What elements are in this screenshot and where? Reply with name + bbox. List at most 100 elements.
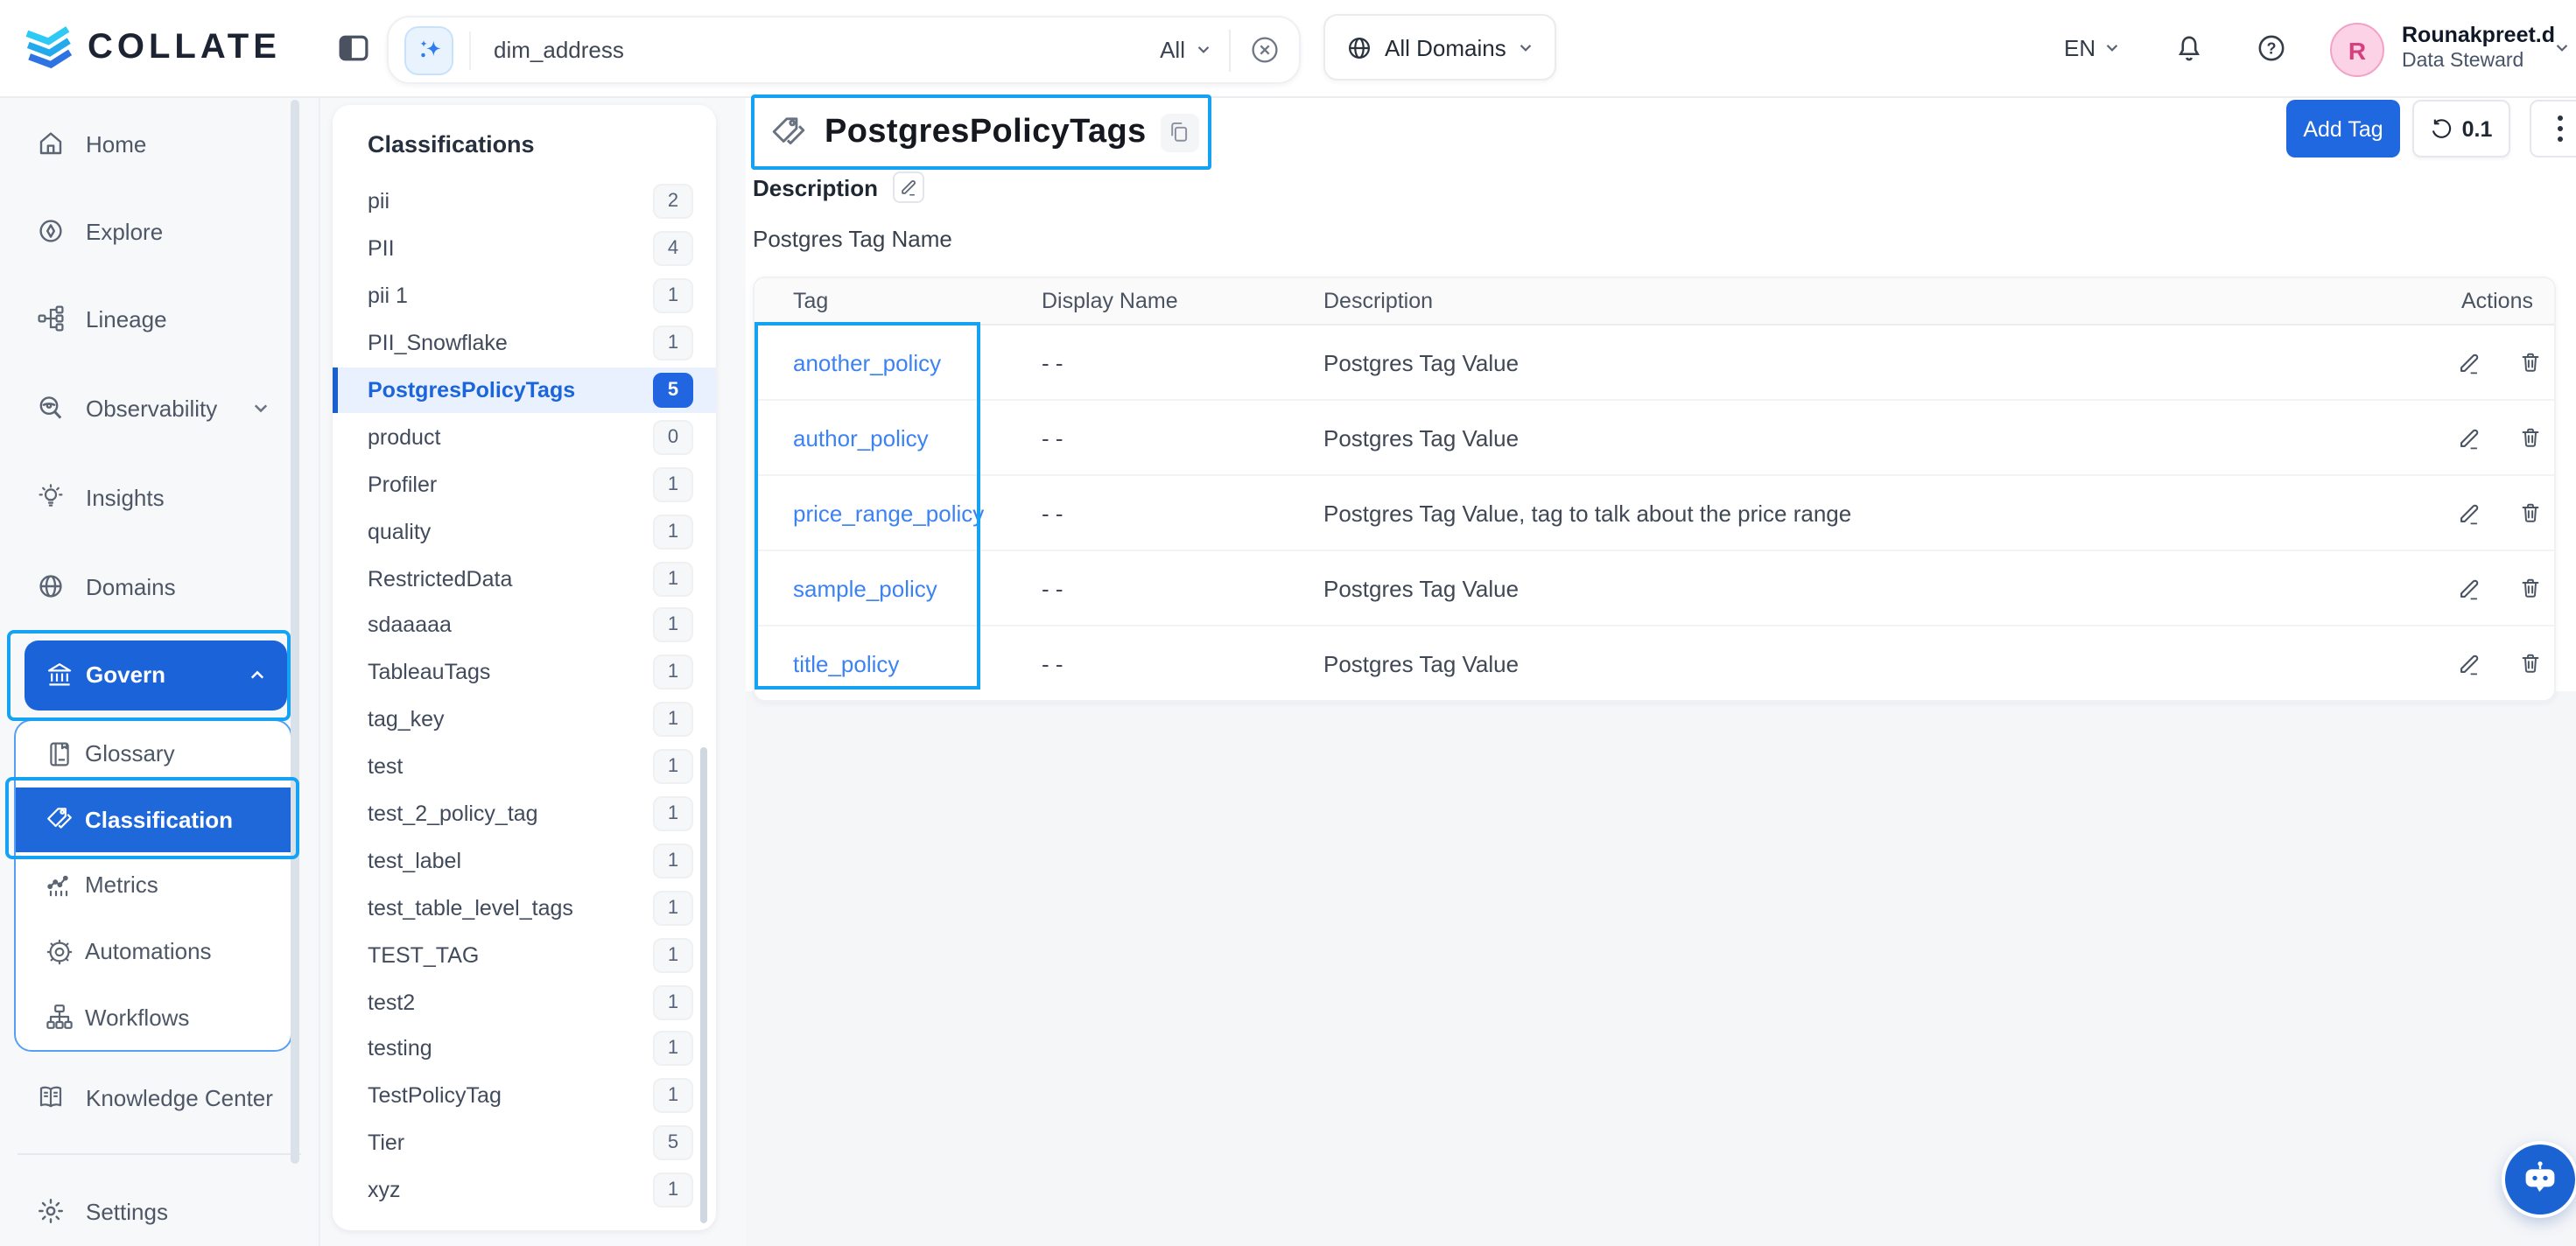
classification-list-item[interactable]: Profiler 1: [333, 461, 716, 508]
delete-tag-icon[interactable]: [2519, 576, 2542, 600]
delete-tag-icon[interactable]: [2519, 425, 2542, 450]
home-icon: [37, 130, 65, 158]
search-clear-icon[interactable]: [1250, 35, 1280, 65]
tag-icon: [770, 114, 807, 150]
tag-name-link[interactable]: title_policy: [755, 650, 1042, 676]
sidebar-item-explore[interactable]: Explore: [0, 201, 319, 261]
classification-count-badge: 1: [653, 467, 693, 502]
sidebar-item-observability[interactable]: Observability: [0, 378, 319, 438]
classification-list-item[interactable]: testing 1: [333, 1026, 716, 1073]
classification-count-badge: 1: [653, 514, 693, 549]
edit-description-icon[interactable]: [892, 172, 923, 203]
tags-table: Tag Display Name Description Actions ano…: [753, 276, 2556, 702]
classification-list-item[interactable]: sdaaaaa 1: [333, 602, 716, 649]
version-history-icon: [2431, 117, 2453, 140]
tags-icon: [45, 806, 73, 834]
classification-list-item[interactable]: TestPolicyTag 1: [333, 1073, 716, 1120]
classification-list-item[interactable]: PII_Snowflake 1: [333, 319, 716, 367]
sidebar-item-automations[interactable]: Automations: [15, 919, 290, 984]
tag-display-name: - -: [1042, 650, 1323, 676]
sidebar-item-lineage[interactable]: Lineage: [0, 289, 319, 348]
delete-tag-icon[interactable]: [2519, 651, 2542, 676]
sidebar-item-insights[interactable]: Insights: [0, 467, 319, 527]
search-scope-dropdown[interactable]: All: [1160, 37, 1211, 63]
classification-name: testing: [368, 1037, 653, 1061]
workflow-icon: [45, 1003, 73, 1031]
lineage-icon: [37, 304, 65, 332]
classification-list-item[interactable]: test 1: [333, 743, 716, 790]
chevron-down-icon: [252, 401, 270, 415]
brand[interactable]: COLLATE: [23, 19, 281, 75]
search-input[interactable]: dim_address: [494, 37, 1160, 63]
edit-tag-icon[interactable]: [2458, 577, 2481, 599]
sidebar-scrollbar[interactable]: [290, 100, 298, 1164]
classification-name: Profiler: [368, 472, 653, 497]
edit-tag-icon[interactable]: [2458, 501, 2481, 524]
classification-list-item[interactable]: quality 1: [333, 508, 716, 555]
sidebar-item-settings[interactable]: Settings: [0, 1181, 319, 1241]
classification-list-item[interactable]: test_table_level_tags 1: [333, 885, 716, 932]
classification-list-item[interactable]: PII 4: [333, 226, 716, 273]
sidebar-item-label: Domains: [86, 573, 176, 599]
sidebar-item-home[interactable]: Home: [0, 114, 319, 173]
edit-tag-icon[interactable]: [2458, 351, 2481, 374]
classification-list-item[interactable]: test_2_policy_tag 1: [333, 790, 716, 837]
tag-name-link[interactable]: price_range_policy: [755, 500, 1042, 526]
notifications-bell-icon[interactable]: [2174, 0, 2204, 96]
book-icon: [45, 740, 73, 768]
sidebar-item-label: Explore: [86, 218, 163, 244]
edit-tag-icon[interactable]: [2458, 652, 2481, 675]
classification-list-item[interactable]: product 0: [333, 414, 716, 461]
sidebar-item-knowledge-center[interactable]: Knowledge Center: [0, 1068, 319, 1127]
tag-name-link[interactable]: author_policy: [755, 424, 1042, 451]
user-menu[interactable]: Rounakpreet.d Data Steward: [2402, 23, 2555, 74]
search-scope-label: All: [1160, 37, 1185, 63]
tag-description: Postgres Tag Value: [1323, 424, 2386, 451]
classification-list-item[interactable]: TEST_TAG 1: [333, 932, 716, 979]
copy-icon[interactable]: [1161, 113, 1199, 151]
classification-list-item[interactable]: PostgresPolicyTags 5: [333, 367, 716, 414]
sidebar-item-glossary[interactable]: Glossary: [15, 721, 290, 787]
sidebar-item-metrics[interactable]: Metrics: [15, 852, 290, 918]
delete-tag-icon[interactable]: [2519, 500, 2542, 525]
classification-list-item[interactable]: TableauTags 1: [333, 649, 716, 696]
tag-name-link[interactable]: another_policy: [755, 349, 1042, 375]
classifications-scrollbar[interactable]: [699, 747, 707, 1223]
classification-list-item[interactable]: Tier 5: [333, 1120, 716, 1167]
classification-name: RestrictedData: [368, 566, 653, 591]
table-header-row: Tag Display Name Description Actions: [755, 278, 2554, 326]
column-header-display-name: Display Name: [1042, 289, 1323, 313]
delete-tag-icon[interactable]: [2519, 350, 2542, 374]
page-title: PostgresPolicyTags: [825, 113, 1147, 151]
tag-description: Postgres Tag Value: [1323, 349, 2386, 375]
tag-name-link[interactable]: sample_policy: [755, 575, 1042, 601]
classification-count-badge: 5: [653, 373, 693, 408]
sidebar-item-domains[interactable]: Domains: [0, 556, 319, 616]
classification-list-item[interactable]: test2 1: [333, 978, 716, 1026]
language-selector[interactable]: EN: [2064, 0, 2120, 96]
classification-list-item[interactable]: tag_key 1: [333, 696, 716, 744]
all-domains-dropdown[interactable]: All Domains: [1323, 14, 1557, 80]
version-button[interactable]: 0.1: [2412, 100, 2510, 158]
sidebar-toggle-icon[interactable]: [338, 33, 369, 63]
more-options-kebab-icon[interactable]: [2530, 100, 2576, 158]
classification-name: pii: [368, 190, 653, 214]
classification-list-item[interactable]: test_label 1: [333, 837, 716, 885]
sidebar-item-workflows[interactable]: Workflows: [15, 984, 290, 1050]
classification-list-item[interactable]: pii 2: [333, 178, 716, 226]
sidebar-item-classification[interactable]: Classification: [15, 787, 290, 852]
classification-count-badge: 1: [653, 891, 693, 926]
classification-list-item[interactable]: pii 1 1: [333, 273, 716, 320]
support-bot-button[interactable]: [2505, 1144, 2575, 1214]
classification-list-item[interactable]: xyz 1: [333, 1166, 716, 1214]
global-search-bar[interactable]: dim_address All: [387, 16, 1301, 84]
help-icon[interactable]: ?: [2257, 0, 2286, 96]
sidebar-item-govern[interactable]: Govern: [25, 640, 287, 710]
classification-name: TestPolicyTag: [368, 1084, 653, 1109]
chevron-down-icon: [1519, 41, 1534, 53]
classification-list-item[interactable]: RestrictedData 1: [333, 555, 716, 602]
avatar[interactable]: R: [2330, 23, 2384, 77]
add-tag-button[interactable]: Add Tag: [2286, 100, 2400, 158]
user-menu-chevron-icon[interactable]: [2554, 42, 2570, 54]
edit-tag-icon[interactable]: [2458, 426, 2481, 449]
